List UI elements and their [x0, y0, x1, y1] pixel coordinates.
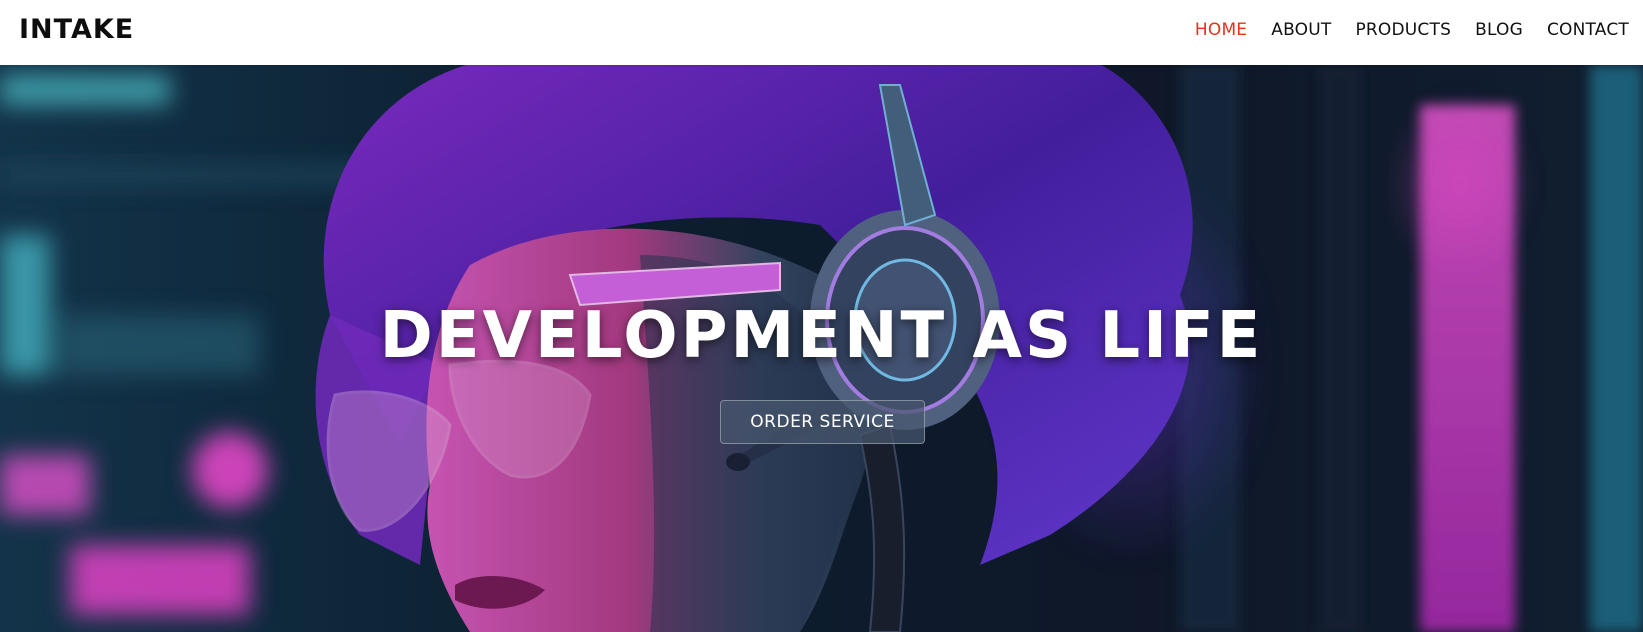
- nav-item-blog: BLOG: [1475, 20, 1523, 40]
- nav-item-contact: CONTACT: [1547, 20, 1629, 40]
- hero-title: DEVELOPMENT AS LIFE: [379, 299, 1264, 373]
- nav-link-about[interactable]: ABOUT: [1271, 20, 1331, 40]
- site-header: INTAKE HOME ABOUT PRODUCTS BLOG CONTACT: [0, 0, 1643, 65]
- main-nav: HOME ABOUT PRODUCTS BLOG CONTACT: [1171, 0, 1629, 60]
- order-service-button[interactable]: ORDER SERVICE: [720, 400, 925, 444]
- nav-item-home: HOME: [1195, 20, 1247, 40]
- nav-link-blog[interactable]: BLOG: [1475, 20, 1523, 40]
- nav-link-products[interactable]: PRODUCTS: [1355, 20, 1451, 40]
- nav-item-about: ABOUT: [1271, 20, 1331, 40]
- hero-section: DEVELOPMENT AS LIFE ORDER SERVICE: [0, 65, 1643, 632]
- nav-link-contact[interactable]: CONTACT: [1547, 20, 1629, 40]
- nav-item-products: PRODUCTS: [1355, 20, 1451, 40]
- nav-link-home[interactable]: HOME: [1195, 20, 1247, 40]
- logo[interactable]: INTAKE: [19, 13, 134, 47]
